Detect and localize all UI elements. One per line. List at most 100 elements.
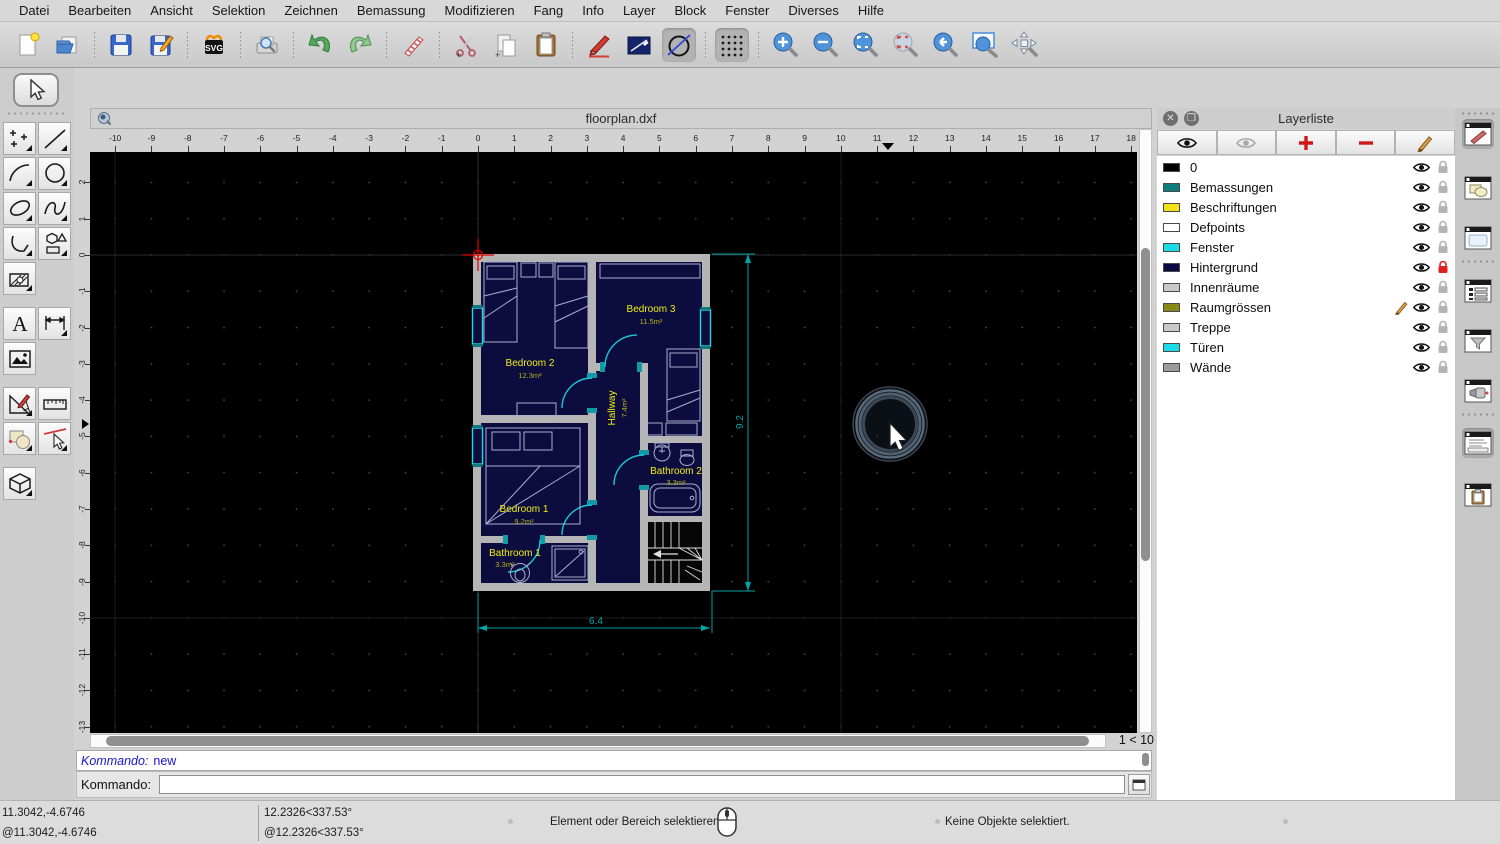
menu-item-block[interactable]: Block [665, 3, 715, 18]
layer-visible-icon[interactable] [1412, 202, 1430, 213]
polyline-tool[interactable] [3, 227, 36, 260]
remove-layer-button[interactable] [1335, 130, 1396, 155]
layer-row[interactable]: 0 [1157, 157, 1455, 177]
zoom-in-button[interactable] [768, 28, 802, 62]
redo-button[interactable] [343, 28, 377, 62]
image-tool[interactable] [3, 342, 36, 375]
pen-button[interactable] [582, 28, 616, 62]
menu-item-modifizieren[interactable]: Modifizieren [436, 3, 524, 18]
menu-item-ansicht[interactable]: Ansicht [141, 3, 202, 18]
layer-visible-icon[interactable] [1412, 282, 1430, 293]
vertical-scrollbar[interactable] [1139, 129, 1152, 733]
zoom-out-button[interactable] [808, 28, 842, 62]
menu-item-diverses[interactable]: Diverses [779, 3, 848, 18]
zoom-back-button[interactable] [928, 28, 962, 62]
layer-row[interactable]: Wände [1157, 357, 1455, 377]
layer-lock-icon[interactable] [1437, 160, 1449, 174]
layer-lock-icon[interactable] [1437, 260, 1449, 274]
layer-lock-icon[interactable] [1437, 200, 1449, 214]
dock-library-browser-button[interactable] [1462, 223, 1494, 253]
points-tool[interactable] [3, 122, 36, 155]
layer-panel-close-button[interactable]: ✕ [1163, 111, 1178, 126]
layer-visible-icon[interactable] [1412, 322, 1430, 333]
layer-lock-icon[interactable] [1437, 360, 1449, 374]
undo-button[interactable] [303, 28, 337, 62]
menu-item-zeichnen[interactable]: Zeichnen [275, 3, 346, 18]
layer-row[interactable]: Bemassungen [1157, 177, 1455, 197]
command-input[interactable] [159, 775, 1126, 794]
line-attributes-button[interactable] [622, 28, 656, 62]
grid-toggle[interactable] [715, 27, 749, 62]
circle-tool[interactable] [38, 157, 71, 190]
zoom-previous-button[interactable] [888, 28, 922, 62]
export-svg-button[interactable]: SVG [197, 28, 231, 62]
layer-lock-icon[interactable] [1437, 320, 1449, 334]
dock-block-list-button[interactable] [1462, 173, 1494, 203]
solid-3d-tool[interactable] [3, 467, 36, 500]
show-all-layers-button[interactable] [1157, 130, 1217, 155]
delete-button[interactable] [396, 28, 430, 62]
hide-all-layers-button[interactable] [1216, 130, 1277, 155]
document-titlebar[interactable]: floorplan.dxf [90, 108, 1152, 129]
dock-entity-filter-button[interactable] [1462, 326, 1494, 356]
drawing-canvas[interactable]: Bedroom 2 12.3m² Bedroom 3 11.5m² Hallwa… [90, 152, 1137, 733]
dock-command-line-button[interactable] [1462, 428, 1494, 458]
menu-item-fang[interactable]: Fang [525, 3, 573, 18]
dock-highlight-button[interactable] [1462, 376, 1494, 406]
layer-lock-icon[interactable] [1437, 300, 1449, 314]
print-preview-button[interactable] [250, 28, 284, 62]
select-entity-tool[interactable] [38, 422, 71, 455]
layer-visible-icon[interactable] [1412, 262, 1430, 273]
zoom-window-button[interactable] [968, 28, 1002, 62]
vertical-scrollbar-thumb[interactable] [1141, 248, 1150, 561]
layer-lock-icon[interactable] [1437, 280, 1449, 294]
spline-tool[interactable] [38, 192, 71, 225]
layer-visible-icon[interactable] [1412, 242, 1430, 253]
arc-tool[interactable] [3, 157, 36, 190]
hatch-tool[interactable] [3, 262, 36, 295]
menu-item-bemassung[interactable]: Bemassung [348, 3, 435, 18]
layer-visible-icon[interactable] [1412, 302, 1430, 313]
layer-row[interactable]: Treppe [1157, 317, 1455, 337]
layer-panel-detach-button[interactable]: ❐ [1184, 111, 1199, 126]
command-options-button[interactable] [1128, 774, 1151, 795]
open-drawing-button[interactable] [51, 28, 85, 62]
draw-tools-tool[interactable] [3, 387, 36, 420]
dock-clipboard-button[interactable] [1462, 480, 1494, 510]
measure-tool[interactable] [38, 387, 71, 420]
layer-row[interactable]: Defpoints [1157, 217, 1455, 237]
layer-row[interactable]: Raumgrössen [1157, 297, 1455, 317]
zoom-pan-button[interactable] [1008, 28, 1042, 62]
horizontal-scrollbar-thumb[interactable] [106, 736, 1089, 746]
add-layer-button[interactable] [1276, 130, 1336, 155]
layer-visible-icon[interactable] [1412, 342, 1430, 353]
new-drawing-button[interactable] [11, 28, 45, 62]
save-as-button[interactable] [144, 28, 178, 62]
text-tool[interactable]: A [3, 307, 36, 340]
layer-lock-icon[interactable] [1437, 180, 1449, 194]
modify-tool[interactable] [3, 422, 36, 455]
layer-lock-icon[interactable] [1437, 240, 1449, 254]
layer-lock-icon[interactable] [1437, 340, 1449, 354]
layer-row[interactable]: Innenräume [1157, 277, 1455, 297]
layer-visible-icon[interactable] [1412, 222, 1430, 233]
layer-lock-icon[interactable] [1437, 220, 1449, 234]
menu-item-datei[interactable]: Datei [10, 3, 58, 18]
menu-item-hilfe[interactable]: Hilfe [849, 3, 893, 18]
dock-entity-list-button[interactable] [1462, 276, 1494, 306]
layer-row[interactable]: Beschriftungen [1157, 197, 1455, 217]
ellipse-tool[interactable] [3, 192, 36, 225]
layer-visible-icon[interactable] [1412, 182, 1430, 193]
menu-item-fenster[interactable]: Fenster [716, 3, 778, 18]
menu-item-bearbeiten[interactable]: Bearbeiten [59, 3, 140, 18]
menu-item-layer[interactable]: Layer [614, 3, 665, 18]
layer-visible-icon[interactable] [1412, 162, 1430, 173]
menu-item-selektion[interactable]: Selektion [203, 3, 274, 18]
paste-button[interactable] [529, 28, 563, 62]
layer-visible-icon[interactable] [1412, 362, 1430, 373]
dock-layer-list-button[interactable] [1462, 119, 1494, 149]
dimension-tool[interactable] [38, 307, 71, 340]
cut-button[interactable]: + [449, 28, 483, 62]
layer-row[interactable]: Hintergrund [1157, 257, 1455, 277]
save-button[interactable] [104, 28, 138, 62]
